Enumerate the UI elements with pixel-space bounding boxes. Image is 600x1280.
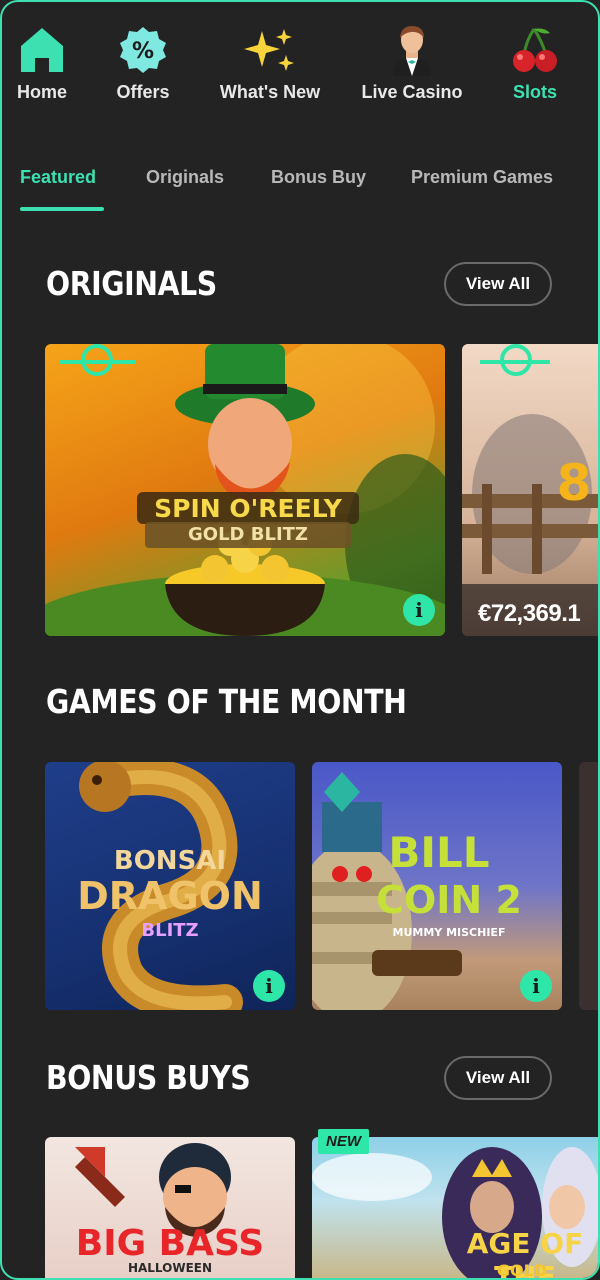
jackpot-amount: €72,369.1 <box>478 600 581 627</box>
info-button[interactable]: i <box>403 594 435 626</box>
game-title: BILL <box>388 828 490 877</box>
info-button[interactable]: i <box>520 970 552 1002</box>
nav-item-whats-new[interactable]: What's New <box>212 24 328 103</box>
section-title-bonus-buys: BONUS BUYS <box>46 1058 251 1097</box>
section-title-originals: ORIGINALS <box>46 264 217 303</box>
game-title: BONSAI <box>113 846 227 876</box>
game-card-spin-oreely[interactable]: SPIN O'REELY GOLD BLITZ i <box>45 344 445 636</box>
tab-bonus-buy[interactable]: Bonus Buy <box>271 167 366 188</box>
game-title: SPIN O'REELY <box>154 494 342 523</box>
nav-item-slots[interactable]: Slots <box>507 24 563 103</box>
active-tab-indicator <box>20 207 104 211</box>
percent-badge-icon: % <box>107 24 179 76</box>
game-title-line2: COIN 2 <box>376 878 522 922</box>
svg-text:%: % <box>132 39 154 64</box>
game-card-bonsai-dragon[interactable]: BONSAI DRAGON BLITZ i <box>45 762 295 1010</box>
game-card-age-of-the-gold[interactable]: NEW AGE OF THE GOLD <box>312 1129 598 1280</box>
game-subtitle: GOLD <box>496 1261 548 1280</box>
cherries-icon <box>507 24 563 76</box>
nav-label: Slots <box>512 82 557 102</box>
nav-label: What's New <box>219 82 321 102</box>
game-subtitle: MUMMY MISCHIEF <box>392 926 506 939</box>
tab-originals[interactable]: Originals <box>146 167 224 188</box>
game-subtitle: GOLD BLITZ <box>188 524 308 545</box>
dealer-icon <box>357 24 467 76</box>
nav-item-live-casino[interactable]: Live Casino <box>357 24 467 103</box>
game-card-jackpot[interactable]: 8 €72,369.1 <box>462 344 598 636</box>
tab-featured[interactable]: Featured <box>20 167 96 188</box>
nav-item-home[interactable]: Home <box>12 24 72 103</box>
nav-label: Live Casino <box>361 82 463 102</box>
home-icon <box>12 24 72 76</box>
new-badge: NEW <box>318 1129 369 1154</box>
game-card-big-bass-halloween[interactable]: BIG BASS HALLOWEEN <box>45 1137 295 1278</box>
game-title-line2: DRAGON <box>77 874 263 918</box>
section-title-games-of-the-month: GAMES OF THE MONTH <box>46 682 407 721</box>
game-subtitle: BLITZ <box>141 920 199 941</box>
view-all-originals-button[interactable]: View All <box>444 262 552 306</box>
category-tabs: Featured Originals Bonus Buy Premium Gam… <box>2 167 598 217</box>
app-frame: Home % Offers What's New Live Casino Slo… <box>0 0 600 1280</box>
nav-label: Offers <box>116 82 170 102</box>
view-all-bonus-buys-button[interactable]: View All <box>444 1056 552 1100</box>
game-card-bill-coin-2[interactable]: BILL COIN 2 MUMMY MISCHIEF i <box>312 762 562 1010</box>
nav-item-offers[interactable]: % Offers <box>107 24 179 103</box>
game-peek-text: 8 <box>556 454 592 512</box>
game-title: BIG BASS <box>75 1223 265 1264</box>
tab-premium-games[interactable]: Premium Games <box>411 167 553 188</box>
info-button[interactable]: i <box>253 970 285 1002</box>
game-card-peek[interactable] <box>579 762 598 1010</box>
top-navigation: Home % Offers What's New Live Casino Slo… <box>2 2 598 122</box>
game-subtitle: HALLOWEEN <box>127 1261 213 1275</box>
nav-label: Home <box>16 82 67 102</box>
game-artwork <box>45 344 445 636</box>
sparkles-icon <box>212 24 328 76</box>
